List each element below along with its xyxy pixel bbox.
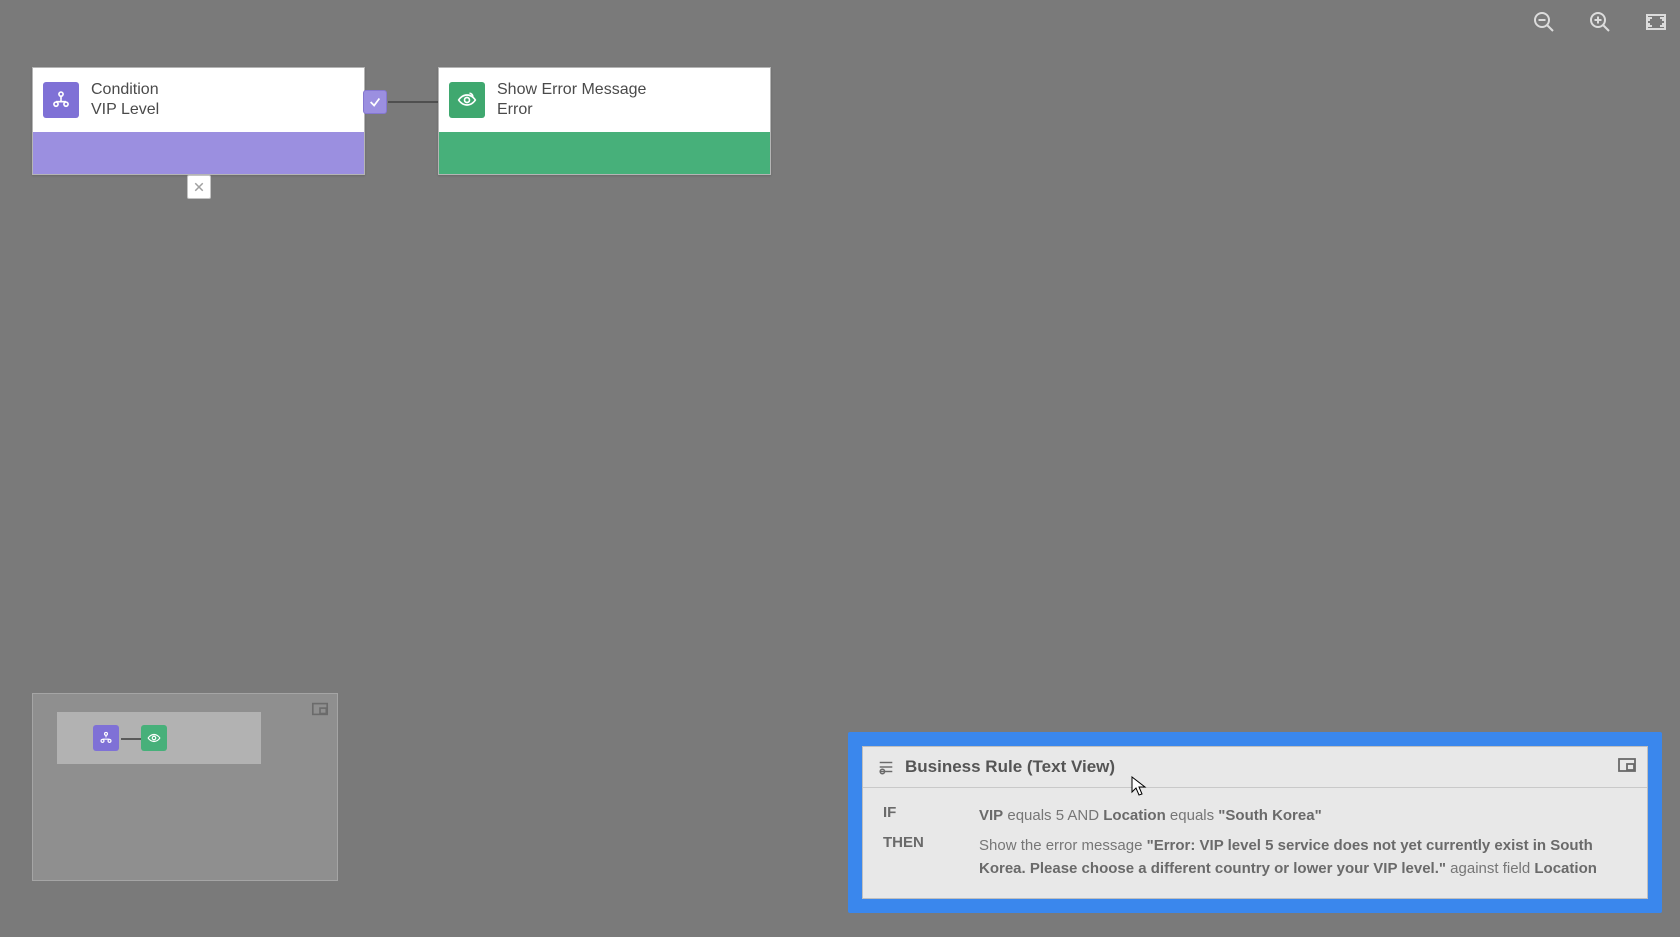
true-branch-badge[interactable] <box>363 90 387 114</box>
action-node-title: Show Error Message <box>497 80 646 100</box>
minimap-connector <box>121 738 141 740</box>
minimap-panel[interactable] <box>32 693 338 881</box>
textview-expand-button[interactable] <box>1617 755 1637 775</box>
false-branch-badge[interactable] <box>187 175 211 199</box>
action-node[interactable]: Show Error Message Error <box>438 67 771 175</box>
action-node-header: Show Error Message Error <box>439 68 770 132</box>
textview-title: Business Rule (Text View) <box>905 757 1115 777</box>
zoom-out-button[interactable] <box>1530 8 1558 36</box>
minimap-expand-button[interactable] <box>311 700 329 718</box>
condition-node[interactable]: Condition VIP Level <box>32 67 365 175</box>
show-error-icon <box>449 82 485 118</box>
action-node-footer <box>439 132 770 174</box>
canvas-top-controls <box>1530 8 1670 36</box>
if-keyword: IF <box>883 804 979 821</box>
then-keyword: THEN <box>883 834 979 851</box>
if-expression: VIP equals 5 AND Location equals "South … <box>979 804 1627 827</box>
textview-icon <box>877 758 895 776</box>
connector-line <box>388 101 438 103</box>
action-node-subtitle: Error <box>497 100 646 120</box>
business-rule-text-view-panel[interactable]: Business Rule (Text View) IF VIP equals … <box>862 746 1648 899</box>
textview-header: Business Rule (Text View) <box>863 747 1647 788</box>
minimap-condition-node <box>93 725 119 751</box>
textview-highlight-frame: Business Rule (Text View) IF VIP equals … <box>848 732 1662 913</box>
condition-node-header: Condition VIP Level <box>33 68 364 132</box>
minimap-action-node <box>141 725 167 751</box>
condition-node-subtitle: VIP Level <box>91 100 159 120</box>
fit-to-screen-button[interactable] <box>1642 8 1670 36</box>
condition-node-title: Condition <box>91 80 159 100</box>
condition-icon <box>43 82 79 118</box>
then-expression: Show the error message "Error: VIP level… <box>979 834 1627 881</box>
zoom-in-button[interactable] <box>1586 8 1614 36</box>
textview-body: IF VIP equals 5 AND Location equals "Sou… <box>863 788 1647 898</box>
condition-node-footer <box>33 132 364 174</box>
